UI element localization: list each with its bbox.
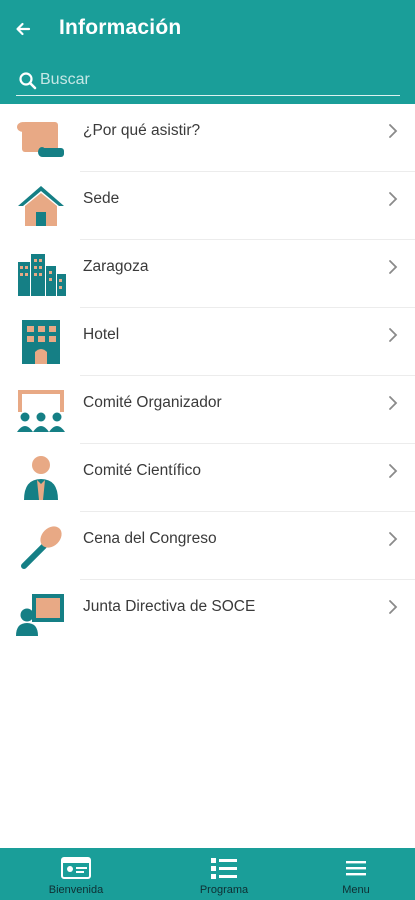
list-icon [211,858,237,879]
scroll-icon [17,122,64,157]
chevron-right-icon [389,464,398,478]
nav-menu[interactable]: Menu [328,848,384,900]
list-item-sede[interactable]: Sede [0,172,415,240]
id-card-icon [61,857,91,879]
search-bar[interactable] [16,64,400,96]
back-button[interactable] [8,14,38,44]
chevron-right-icon [389,396,398,410]
list-item-zaragoza[interactable]: Zaragoza [0,240,415,308]
chevron-right-icon [389,124,398,138]
list-item-por-que-asistir[interactable]: ¿Por qué asistir? [0,104,415,172]
bottom-navigation: Bienvenida Programa Menu [0,848,415,900]
nav-label: Menu [342,884,370,896]
list-item-label: Comité Científico [83,462,202,479]
list-item-label: ¿Por qué asistir? [83,122,201,139]
info-list: ¿Por qué asistir? Sede Zaragoza Hotel Co… [0,104,415,648]
nav-label: Bienvenida [48,884,104,896]
search-icon [19,72,37,90]
audience-icon [17,390,65,432]
nav-programa[interactable]: Programa [188,848,260,900]
hamburger-menu-icon [346,861,366,876]
chevron-right-icon [389,192,398,206]
list-item-label: Comité Organizador [83,394,222,411]
search-input[interactable] [40,66,390,94]
list-item-label: Cena del Congreso [83,530,217,547]
chevron-right-icon [389,600,398,614]
presenter-icon [16,594,64,636]
app-header: Información [0,0,415,104]
list-item-comite-organizador[interactable]: Comité Organizador [0,376,415,444]
person-icon [24,456,58,500]
page-title: Información [59,16,182,39]
nav-label: Programa [199,884,249,896]
list-item-label: Zaragoza [83,258,149,275]
nav-bienvenida[interactable]: Bienvenida [40,848,112,900]
list-item-label: Junta Directiva de SOCE [83,598,256,615]
chevron-right-icon [389,532,398,546]
house-icon [18,186,64,226]
list-item-cena-del-congreso[interactable]: Cena del Congreso [0,512,415,580]
list-item-label: Hotel [83,326,120,343]
chevron-right-icon [389,328,398,342]
list-item-comite-cientifico[interactable]: Comité Científico [0,444,415,512]
list-item-hotel[interactable]: Hotel [0,308,415,376]
arrow-left-icon [16,22,31,36]
list-item-label: Sede [83,190,120,207]
hotel-icon [22,320,60,364]
city-icon [18,254,66,296]
list-item-junta-directiva[interactable]: Junta Directiva de SOCE [0,580,415,648]
chevron-right-icon [389,260,398,274]
spoon-icon [21,526,62,569]
